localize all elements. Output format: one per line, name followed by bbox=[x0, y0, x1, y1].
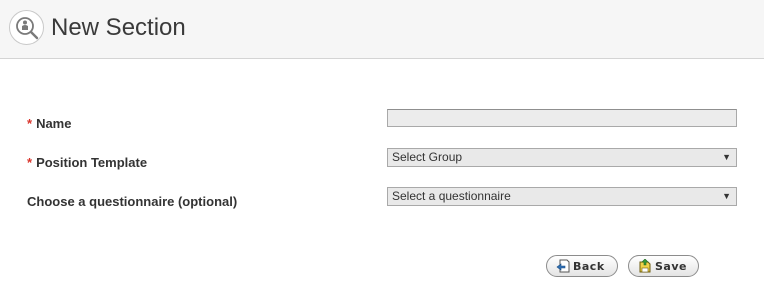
save-button-label: Save bbox=[655, 259, 687, 273]
questionnaire-select[interactable]: Select a questionnaire ▼ bbox=[387, 187, 737, 206]
name-input[interactable] bbox=[387, 109, 737, 127]
required-marker: * bbox=[27, 155, 33, 170]
save-button[interactable]: Save bbox=[628, 255, 699, 277]
position-template-selected: Select Group bbox=[392, 150, 463, 164]
questionnaire-label: Choose a questionnaire (optional) bbox=[27, 194, 237, 210]
position-template-label-text: Position Template bbox=[36, 155, 148, 170]
person-search-icon bbox=[9, 10, 44, 45]
position-template-select[interactable]: Select Group ▼ bbox=[387, 148, 737, 167]
save-icon bbox=[638, 258, 652, 276]
name-label: * Name bbox=[27, 116, 71, 132]
page-title: New Section bbox=[51, 14, 186, 41]
dropdown-arrow-icon: ▼ bbox=[722, 152, 731, 162]
back-page-icon bbox=[556, 259, 570, 276]
back-button-label: Back bbox=[573, 259, 605, 273]
questionnaire-selected: Select a questionnaire bbox=[392, 189, 511, 203]
dropdown-arrow-icon: ▼ bbox=[722, 191, 731, 201]
questionnaire-label-text: Choose a questionnaire (optional) bbox=[27, 194, 238, 209]
page-header: New Section bbox=[0, 0, 764, 59]
name-label-text: Name bbox=[36, 116, 72, 131]
required-marker: * bbox=[27, 116, 33, 131]
back-button[interactable]: Back bbox=[546, 255, 618, 277]
position-template-label: * Position Template bbox=[27, 155, 147, 171]
